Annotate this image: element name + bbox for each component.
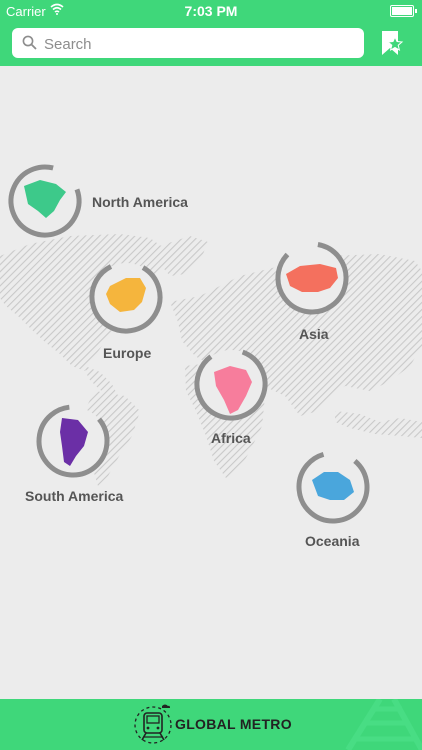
battery-icon [390,5,417,17]
region-oceania[interactable] [285,439,381,535]
metro-train-icon [134,704,172,744]
landmass-greenland [160,236,208,276]
search-icon [22,35,37,50]
world-map-graphic [0,157,422,535]
region-north-america[interactable] [1,157,88,244]
region-label-north-america[interactable]: North America [92,194,188,210]
top-bar: Carrier 7:03 PM [0,0,422,66]
search-input[interactable] [42,28,356,60]
region-label-oceania[interactable]: Oceania [305,533,359,549]
rails-decoration [345,699,422,750]
region-label-asia[interactable]: Asia [299,326,329,342]
region-label-africa[interactable]: Africa [211,430,251,446]
world-map: North America Europe Asia Africa South A… [0,66,422,699]
star-bookmark-icon[interactable] [378,29,404,57]
region-label-europe[interactable]: Europe [103,345,151,361]
app-title: GLOBAL METRO [175,716,292,732]
landmass-indonesia [335,411,422,438]
region-label-south-america[interactable]: South America [25,488,123,504]
bottom-bar: GLOBAL METRO [0,699,422,750]
status-time: 7:03 PM [184,3,238,19]
search-bar[interactable] [12,28,364,60]
status-bar: Carrier 7:03 PM [0,0,422,22]
